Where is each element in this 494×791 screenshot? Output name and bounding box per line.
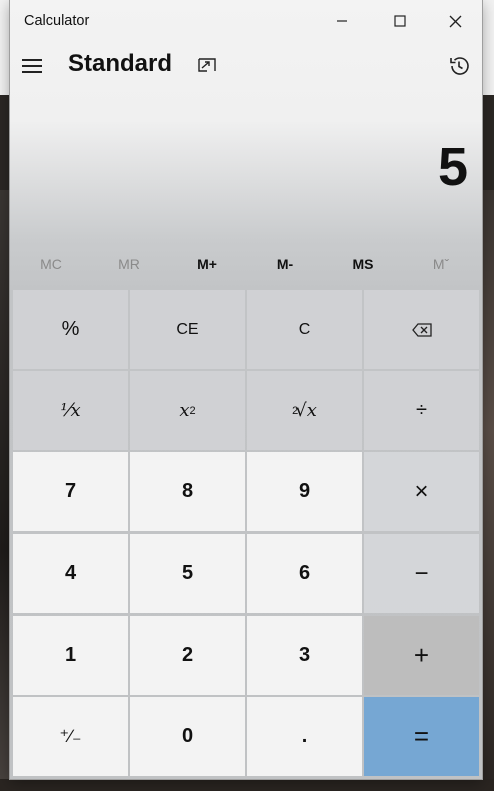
plus-button[interactable]: + (364, 616, 479, 695)
background-photo-right (480, 190, 494, 791)
square-exponent-label: 2 (189, 404, 196, 417)
square-root-button[interactable]: 2 √x (247, 371, 362, 450)
background-bottom (0, 779, 494, 791)
history-icon (450, 57, 469, 75)
digit-8-button[interactable]: 8 (130, 452, 245, 531)
hamburger-icon[interactable] (22, 52, 46, 80)
digit-1-button[interactable]: 1 (13, 616, 128, 695)
memory-row: MC MR M+ M- MS Mˇ (10, 243, 482, 285)
digit-2-button[interactable]: 2 (130, 616, 245, 695)
negate-button[interactable]: ⁺∕₋ (13, 697, 128, 776)
calculator-window: Calculator Standard 5 MC MR M+ M- MS Mˇ … (10, 0, 482, 779)
backspace-button[interactable] (364, 290, 479, 369)
multiply-button[interactable]: × (364, 452, 479, 531)
memory-recall-button[interactable]: MR (90, 243, 168, 285)
keep-on-top-button[interactable] (196, 54, 220, 78)
memory-clear-button[interactable]: MC (12, 243, 90, 285)
digit-4-button[interactable]: 4 (13, 534, 128, 613)
background-window-left (0, 0, 10, 95)
equals-button[interactable]: = (364, 697, 479, 776)
digit-6-button[interactable]: 6 (247, 534, 362, 613)
minimize-button[interactable] (313, 0, 371, 42)
close-icon (449, 15, 461, 27)
digit-9-button[interactable]: 9 (247, 452, 362, 531)
close-button[interactable] (426, 0, 482, 42)
decimal-button[interactable]: . (247, 697, 362, 776)
divide-button[interactable]: ÷ (364, 371, 479, 450)
digit-3-button[interactable]: 3 (247, 616, 362, 695)
result-display: 5 (437, 137, 468, 197)
digit-5-button[interactable]: 5 (130, 534, 245, 613)
square-base-label: x (179, 400, 190, 421)
minimize-icon (337, 20, 347, 22)
memory-subtract-button[interactable]: M- (246, 243, 324, 285)
digit-7-button[interactable]: 7 (13, 452, 128, 531)
clear-entry-button[interactable]: CE (130, 290, 245, 369)
keep-on-top-icon (198, 58, 216, 72)
app-title: Calculator (24, 13, 90, 29)
history-button[interactable] (447, 54, 471, 78)
maximize-button[interactable] (371, 0, 429, 42)
reciprocal-label: ⅟x (60, 400, 81, 421)
mode-title: Standard (68, 50, 173, 77)
reciprocal-button[interactable]: ⅟x (13, 371, 128, 450)
clear-button[interactable]: C (247, 290, 362, 369)
backspace-icon (411, 322, 432, 337)
keypad: % CE C ⅟x x2 2 √x ÷ 7 8 9 × 4 5 6 − 1 2 3… (13, 290, 481, 778)
title-bar[interactable]: Calculator (10, 0, 482, 42)
percent-button[interactable]: % (13, 290, 128, 369)
root-symbol-label: √x (295, 400, 317, 421)
memory-list-button[interactable]: Mˇ (402, 243, 480, 285)
maximize-icon (394, 15, 406, 27)
square-button[interactable]: x2 (130, 371, 245, 450)
memory-store-button[interactable]: MS (324, 243, 402, 285)
digit-0-button[interactable]: 0 (130, 697, 245, 776)
memory-add-button[interactable]: M+ (168, 243, 246, 285)
minus-button[interactable]: − (364, 534, 479, 613)
